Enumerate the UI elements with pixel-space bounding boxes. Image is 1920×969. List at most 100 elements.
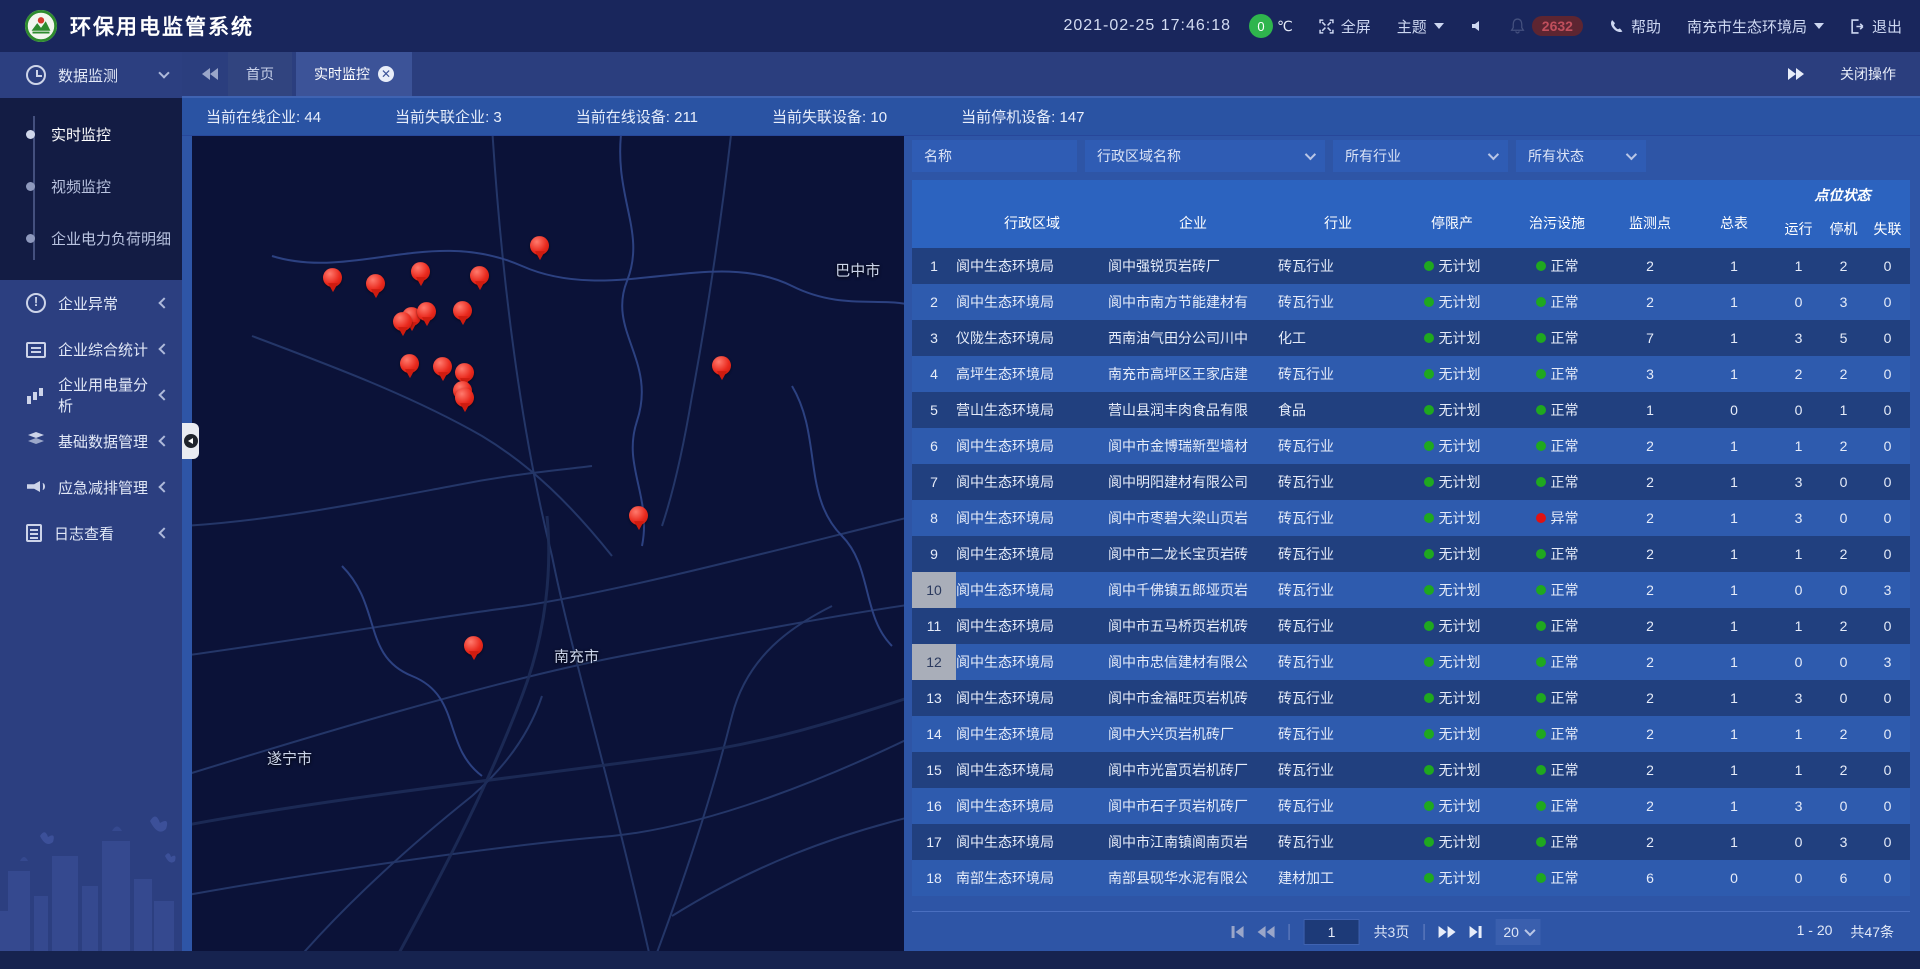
cell-company: 西南油气田分公司川中: [1108, 328, 1278, 348]
next-page-button[interactable]: [1438, 926, 1455, 938]
chevron-left-icon: [158, 435, 169, 446]
sidebar-item-6[interactable]: 应急减排管理: [0, 464, 182, 510]
table-row[interactable]: 2阆中生态环境局阆中市南方节能建材有砖瓦行业无计划正常21030: [912, 284, 1910, 320]
cell-run-count: 0: [1776, 402, 1821, 418]
stat-label: 当前失联企业: [395, 109, 493, 126]
cell-stop-count: 1: [1821, 402, 1866, 418]
table-row[interactable]: 18南部生态环境局南部县砚华水泥有限公建材加工无计划正常60060: [912, 860, 1910, 896]
tab-bar: 首页实时监控✕ 关闭操作: [182, 52, 1920, 98]
cell-stop-count: 0: [1821, 474, 1866, 490]
cell-run-count: 3: [1776, 474, 1821, 490]
sidebar-subitem-label: 实时监控: [51, 124, 111, 145]
tabs-container: 首页实时监控✕: [228, 52, 416, 96]
sidebar-item-2[interactable]: 企业异常: [0, 280, 182, 326]
previous-page-button[interactable]: [1258, 926, 1275, 938]
row-index: 3: [912, 320, 956, 356]
map-pin-icon[interactable]: [470, 266, 490, 292]
table-row[interactable]: 10阆中生态环境局阆中千佛镇五郎垭页岩砖瓦行业无计划正常21003: [912, 572, 1910, 608]
name-search-input[interactable]: 名称: [912, 140, 1077, 172]
cell-lost-count: 0: [1866, 294, 1909, 310]
table-row[interactable]: 8阆中生态环境局阆中市枣碧大梁山页岩砖瓦行业无计划异常21300: [912, 500, 1910, 536]
tabs-scroll-left-button[interactable]: [192, 52, 228, 96]
map-pin-icon[interactable]: [629, 506, 649, 532]
cell-meter-count: 1: [1692, 474, 1776, 490]
table-row[interactable]: 9阆中生态环境局阆中市二龙长宝页岩砖砖瓦行业无计划正常21120: [912, 536, 1910, 572]
row-index: 17: [912, 824, 956, 860]
help-button[interactable]: 帮助: [1609, 16, 1661, 37]
tabs-scroll-right-button[interactable]: [1778, 68, 1814, 80]
cell-facility-status: 正常: [1506, 688, 1608, 708]
table-row[interactable]: 13阆中生态环境局阆中市金福旺页岩机砖砖瓦行业无计划正常21300: [912, 680, 1910, 716]
status-select[interactable]: 所有状态: [1516, 140, 1646, 172]
sidebar-subitem-3[interactable]: 企业电力负荷明细: [0, 212, 182, 264]
table-row[interactable]: 17阆中生态环境局阆中市江南镇阆南页岩砖瓦行业无计划正常21030: [912, 824, 1910, 860]
table-row[interactable]: 11阆中生态环境局阆中市五马桥页岩机砖砖瓦行业无计划正常21120: [912, 608, 1910, 644]
sidebar-item-7[interactable]: 日志查看: [0, 510, 182, 556]
double-arrow-left-icon: [202, 68, 210, 80]
map-panel[interactable]: 巴中市南充市遂宁市: [192, 136, 904, 951]
first-page-button[interactable]: [1232, 926, 1244, 938]
cell-lost-count: 3: [1866, 582, 1909, 598]
production-status-label: 无计划: [1439, 436, 1481, 456]
map-pin-icon[interactable]: [366, 274, 386, 300]
board-icon: [26, 342, 46, 358]
notifications[interactable]: 2632: [1510, 16, 1583, 36]
org-dropdown[interactable]: 南充市生态环境局: [1687, 16, 1824, 37]
cell-region: 营山生态环境局: [956, 400, 1108, 420]
logout-button[interactable]: 退出: [1850, 16, 1902, 37]
region-select[interactable]: 行政区域名称: [1085, 140, 1325, 172]
table-row[interactable]: 5营山生态环境局营山县润丰肉食品有限食品无计划正常10010: [912, 392, 1910, 428]
page-number-input[interactable]: [1304, 919, 1360, 945]
tab-实时监控[interactable]: 实时监控✕: [296, 52, 412, 96]
cell-industry: 砖瓦行业: [1278, 436, 1398, 456]
table-row[interactable]: 14阆中生态环境局阆中大兴页岩机砖厂砖瓦行业无计划正常21120: [912, 716, 1910, 752]
last-page-button[interactable]: [1469, 926, 1481, 938]
map-pin-icon[interactable]: [433, 357, 453, 383]
map-pin-icon[interactable]: [530, 236, 550, 262]
table-row[interactable]: 6阆中生态环境局阆中市金博瑞新型墙材砖瓦行业无计划正常21120: [912, 428, 1910, 464]
table-row[interactable]: 1阆中生态环境局阆中强锐页岩砖厂砖瓦行业无计划正常21120: [912, 248, 1910, 284]
cell-run-count: 0: [1776, 654, 1821, 670]
map-pin-icon[interactable]: [455, 388, 475, 414]
map-pin-icon[interactable]: [411, 262, 431, 288]
cell-company: 阆中大兴页岩机砖厂: [1108, 724, 1278, 744]
sidebar-item-1[interactable]: 数据监测: [0, 52, 182, 98]
table-row[interactable]: 16阆中生态环境局阆中市石子页岩机砖厂砖瓦行业无计划正常21300: [912, 788, 1910, 824]
production-status-label: 无计划: [1439, 868, 1481, 888]
map-pin-icon[interactable]: [453, 301, 473, 327]
map-pin-icon[interactable]: [464, 636, 484, 662]
theme-dropdown[interactable]: 主题: [1397, 16, 1444, 37]
sidebar-item-4[interactable]: 企业用电量分析: [0, 372, 182, 418]
sidebar-collapse-button[interactable]: [182, 423, 199, 459]
tab-首页[interactable]: 首页: [228, 52, 292, 96]
close-icon[interactable]: ✕: [378, 66, 394, 82]
logout-label: 退出: [1872, 16, 1902, 37]
mute-button[interactable]: [1470, 19, 1484, 33]
map-pin-icon[interactable]: [712, 356, 732, 382]
table-row[interactable]: 7阆中生态环境局阆中明阳建材有限公司砖瓦行业无计划正常21300: [912, 464, 1910, 500]
page-size-select[interactable]: 20: [1495, 919, 1541, 945]
map-pin-icon[interactable]: [400, 354, 420, 380]
status-dot-icon: [1536, 801, 1546, 811]
facility-status-label: 正常: [1551, 292, 1579, 312]
facility-status-label: 正常: [1551, 256, 1579, 276]
map-pin-icon[interactable]: [323, 268, 343, 294]
total-count-label: 共47条: [1850, 922, 1894, 942]
sidebar-subitem-2[interactable]: 视频监控: [0, 160, 182, 212]
table-row[interactable]: 4高坪生态环境局南充市高坪区王家店建砖瓦行业无计划正常31220: [912, 356, 1910, 392]
sidebar-item-5[interactable]: 基础数据管理: [0, 418, 182, 464]
table-row[interactable]: 12阆中生态环境局阆中市忠信建材有限公砖瓦行业无计划正常21003: [912, 644, 1910, 680]
sidebar-subitem-1[interactable]: 实时监控: [0, 108, 182, 160]
map-pin-icon[interactable]: [393, 312, 413, 338]
map-pin-icon[interactable]: [417, 302, 437, 328]
sidebar-item-3[interactable]: 企业综合统计: [0, 326, 182, 372]
status-dot-icon: [1424, 837, 1434, 847]
table-row[interactable]: 15阆中生态环境局阆中市光富页岩机砖厂砖瓦行业无计划正常21120: [912, 752, 1910, 788]
cell-industry: 砖瓦行业: [1278, 724, 1398, 744]
chevron-left-icon: [158, 297, 169, 308]
table-row[interactable]: 3仪陇生态环境局西南油气田分公司川中化工无计划正常71350: [912, 320, 1910, 356]
fullscreen-button[interactable]: 全屏: [1319, 16, 1371, 37]
industry-select[interactable]: 所有行业: [1333, 140, 1508, 172]
header-point-status-group: 点位状态 运行 停机 失联: [1776, 180, 1909, 248]
close-operations-menu[interactable]: 关闭操作: [1840, 64, 1896, 84]
